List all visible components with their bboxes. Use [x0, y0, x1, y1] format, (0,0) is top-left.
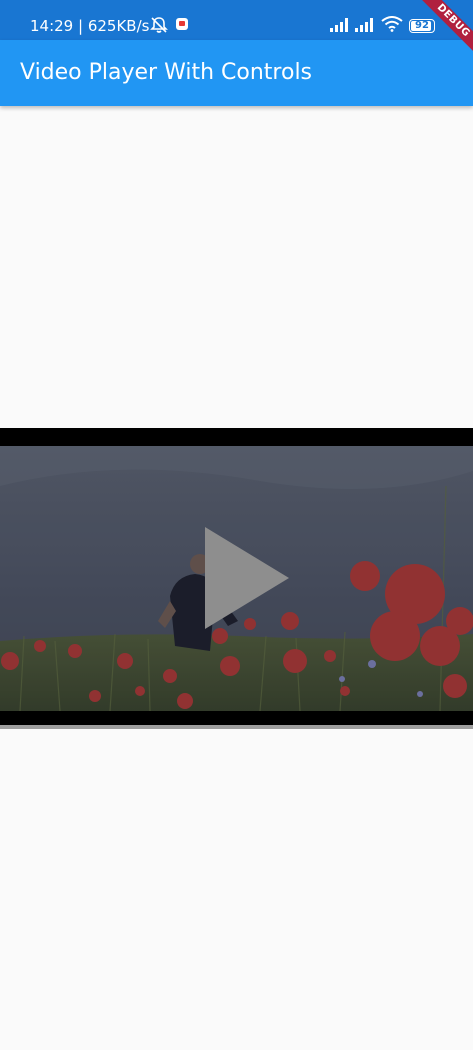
battery-icon: 92	[409, 19, 435, 33]
app-screen: 14:29 | 625KB/s 92 DEBUG Video Player Wi…	[0, 0, 473, 1050]
signal-icon	[355, 18, 377, 32]
play-icon[interactable]	[205, 527, 289, 629]
page-title: Video Player With Controls	[20, 60, 313, 85]
app-notification-icon	[176, 18, 188, 30]
battery-level: 92	[415, 20, 429, 31]
wifi-icon	[381, 16, 403, 32]
status-time-speed: 14:29 | 625KB/s	[30, 17, 150, 35]
signal-icon	[330, 18, 352, 32]
mute-icon	[150, 17, 168, 33]
status-bar: 14:29 | 625KB/s 92	[0, 0, 473, 40]
video-progress-bar[interactable]	[0, 725, 473, 729]
app-bar: Video Player With Controls	[0, 40, 473, 106]
